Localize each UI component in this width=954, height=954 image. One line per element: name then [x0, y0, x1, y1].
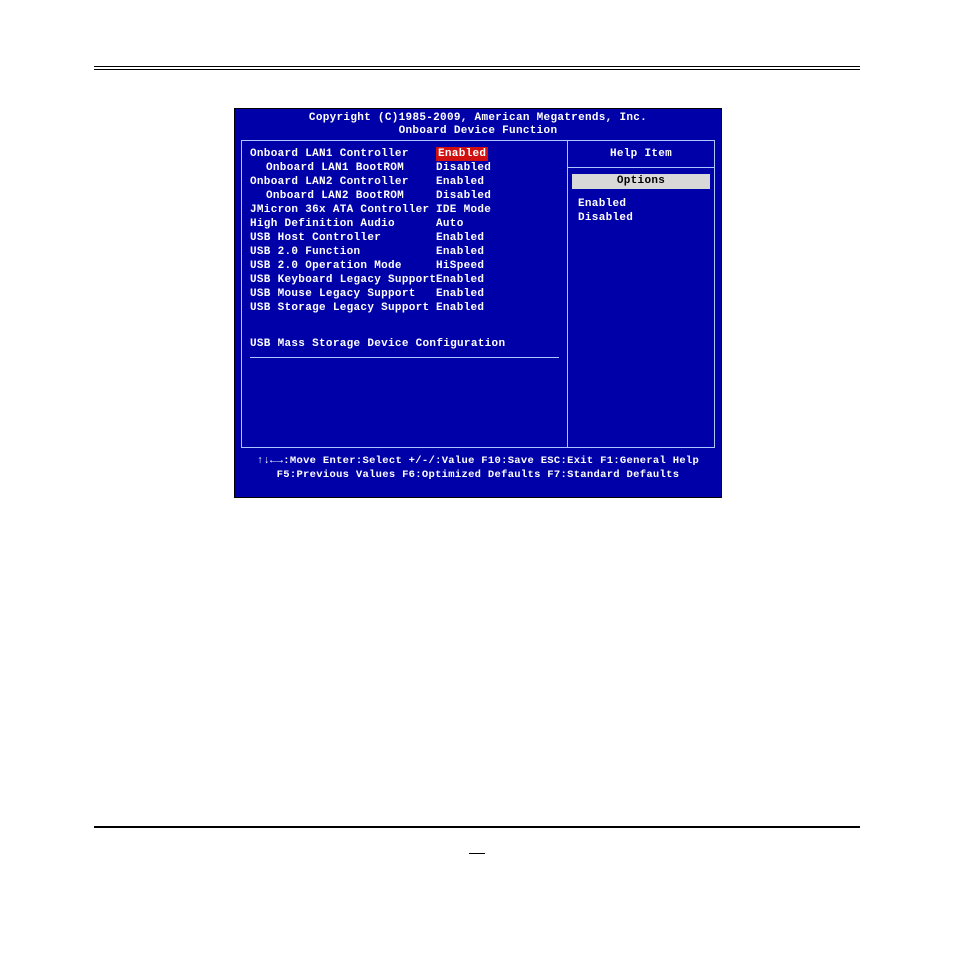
setting-row[interactable]: USB Mouse Legacy SupportEnabled [250, 287, 559, 301]
copyright-text: Copyright (C)1985-2009, American Megatre… [235, 112, 721, 125]
setting-value[interactable]: HiSpeed [436, 259, 559, 273]
setting-label: JMicron 36x ATA Controller [250, 203, 436, 217]
bios-setup-window: Copyright (C)1985-2009, American Megatre… [234, 108, 722, 498]
usb-mass-storage-submenu[interactable]: USB Mass Storage Device Configuration [250, 337, 559, 351]
setting-row[interactable]: USB Storage Legacy SupportEnabled [250, 301, 559, 315]
bios-header: Copyright (C)1985-2009, American Megatre… [235, 109, 721, 140]
setting-row[interactable]: USB Keyboard Legacy SupportEnabled [250, 273, 559, 287]
footer-keys-line2: F5:Previous Values F6:Optimized Defaults… [235, 468, 721, 482]
bios-footer: ↑↓←→:Move Enter:Select +/-/:Value F10:Sa… [235, 448, 721, 486]
setting-value[interactable]: Enabled [436, 231, 559, 245]
setting-value[interactable]: Enabled [436, 147, 488, 161]
help-title: Help Item [568, 147, 714, 161]
setting-value[interactable]: Enabled [436, 273, 559, 287]
setting-value[interactable]: Disabled [436, 161, 559, 175]
help-option-enabled: Enabled [568, 197, 714, 211]
top-divider [94, 66, 860, 70]
setting-row[interactable]: USB Host ControllerEnabled [250, 231, 559, 245]
setting-label: USB Host Controller [250, 231, 436, 245]
setting-label: Onboard LAN1 Controller [250, 147, 436, 161]
setting-value[interactable]: Enabled [436, 175, 559, 189]
bottom-divider [94, 826, 860, 828]
setting-row[interactable]: Onboard LAN1 BootROMDisabled [250, 161, 559, 175]
help-divider [568, 167, 714, 168]
page-number [0, 847, 954, 861]
setting-value[interactable]: Enabled [436, 245, 559, 259]
help-option-disabled: Disabled [568, 211, 714, 225]
setting-value[interactable]: Auto [436, 217, 559, 231]
setting-label: Onboard LAN2 BootROM [250, 189, 436, 203]
setting-value[interactable]: Enabled [436, 301, 559, 315]
setting-value[interactable]: Enabled [436, 287, 559, 301]
bios-body: Onboard LAN1 ControllerEnabledOnboard LA… [235, 140, 721, 448]
setting-row[interactable]: Onboard LAN2 BootROMDisabled [250, 189, 559, 203]
section-divider [250, 357, 559, 358]
setting-label: Onboard LAN1 BootROM [250, 161, 436, 175]
setting-label: USB Keyboard Legacy Support [250, 273, 436, 287]
setting-label: USB Mouse Legacy Support [250, 287, 436, 301]
setting-row[interactable]: USB 2.0 FunctionEnabled [250, 245, 559, 259]
options-header: Options [572, 174, 710, 189]
setting-label: High Definition Audio [250, 217, 436, 231]
setting-label: USB 2.0 Operation Mode [250, 259, 436, 273]
setting-label: Onboard LAN2 Controller [250, 175, 436, 189]
footer-keys-line1: ↑↓←→:Move Enter:Select +/-/:Value F10:Sa… [235, 454, 721, 468]
setting-row[interactable]: High Definition AudioAuto [250, 217, 559, 231]
setting-label: USB Storage Legacy Support [250, 301, 436, 315]
setting-row[interactable]: JMicron 36x ATA ControllerIDE Mode [250, 203, 559, 217]
setting-label: USB 2.0 Function [250, 245, 436, 259]
setting-row[interactable]: USB 2.0 Operation ModeHiSpeed [250, 259, 559, 273]
settings-panel: Onboard LAN1 ControllerEnabledOnboard LA… [241, 140, 567, 448]
setting-row[interactable]: Onboard LAN2 ControllerEnabled [250, 175, 559, 189]
help-panel: Help Item Options Enabled Disabled [567, 140, 715, 448]
setting-value[interactable]: Disabled [436, 189, 559, 203]
page-title: Onboard Device Function [235, 125, 721, 138]
setting-row[interactable]: Onboard LAN1 ControllerEnabled [250, 147, 559, 161]
setting-value[interactable]: IDE Mode [436, 203, 559, 217]
